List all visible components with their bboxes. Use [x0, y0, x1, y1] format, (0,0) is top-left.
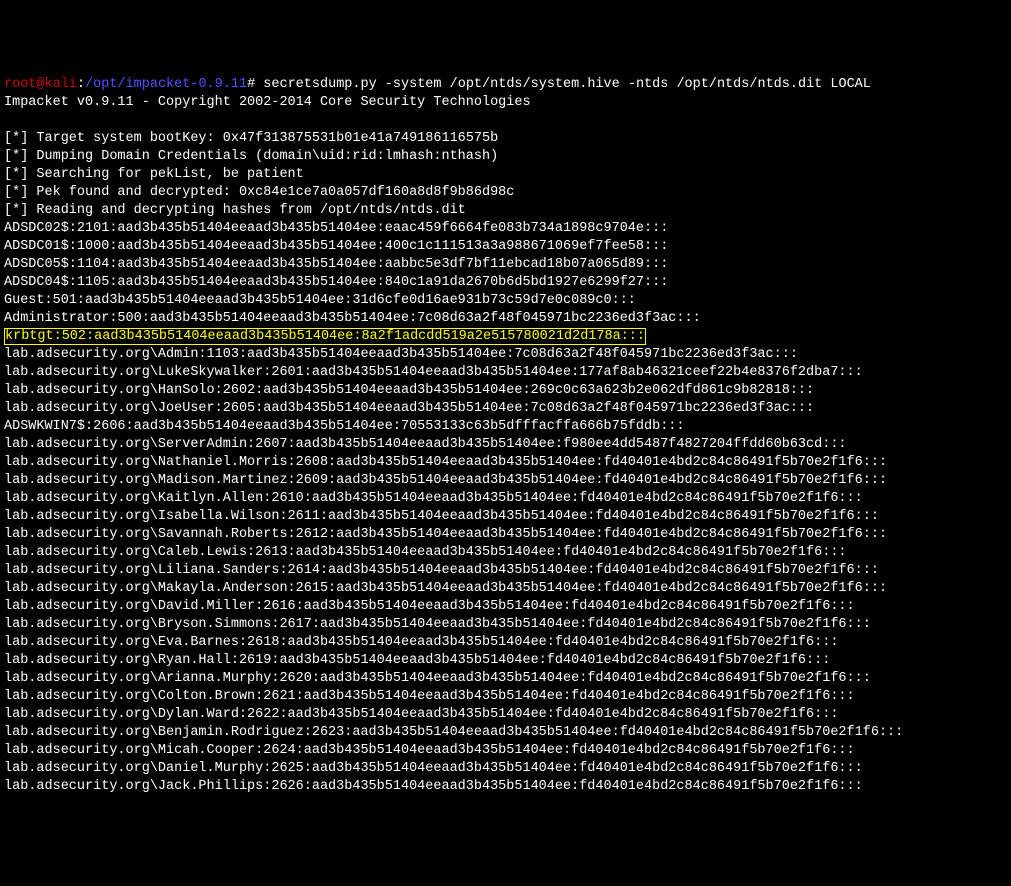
hash-line: lab.adsecurity.org\Micah.Cooper:2624:aad… [4, 743, 855, 758]
prompt-user: root@kali [4, 77, 77, 92]
hash-line: Guest:501:aad3b435b51404eeaad3b435b51404… [4, 293, 636, 308]
hash-line: lab.adsecurity.org\Colton.Brown:2621:aad… [4, 689, 855, 704]
hash-line: lab.adsecurity.org\Eva.Barnes:2618:aad3b… [4, 635, 838, 650]
status-line: [*] Reading and decrypting hashes from /… [4, 203, 466, 218]
status-line: [*] Pek found and decrypted: 0xc84e1ce7a… [4, 185, 514, 200]
status-line: [*] Dumping Domain Credentials (domain\u… [4, 149, 498, 164]
hash-line: lab.adsecurity.org\Caleb.Lewis:2613:aad3… [4, 545, 847, 560]
hash-line: lab.adsecurity.org\Dylan.Ward:2622:aad3b… [4, 707, 838, 722]
hash-line: lab.adsecurity.org\Daniel.Murphy:2625:aa… [4, 761, 863, 776]
hash-line: lab.adsecurity.org\Liliana.Sanders:2614:… [4, 563, 879, 578]
status-line: [*] Target system bootKey: 0x47f31387553… [4, 131, 498, 146]
hash-line: ADSDC02$:2101:aad3b435b51404eeaad3b435b5… [4, 221, 668, 236]
hash-line: ADSDC05$:1104:aad3b435b51404eeaad3b435b5… [4, 257, 668, 272]
hash-line: lab.adsecurity.org\JoeUser:2605:aad3b435… [4, 401, 814, 416]
hash-line: lab.adsecurity.org\Bryson.Simmons:2617:a… [4, 617, 871, 632]
prompt-path: /opt/impacket-0.9.11 [85, 77, 247, 92]
hash-line: lab.adsecurity.org\Isabella.Wilson:2611:… [4, 509, 879, 524]
hash-line: lab.adsecurity.org\Jack.Phillips:2626:aa… [4, 779, 863, 794]
terminal[interactable]: root@kali:/opt/impacket-0.9.11# secretsd… [4, 76, 1007, 796]
prompt-hash: # [247, 77, 255, 92]
hash-line: lab.adsecurity.org\Nathaniel.Morris:2608… [4, 455, 887, 470]
command-text: secretsdump.py -system /opt/ntds/system.… [263, 77, 871, 92]
highlighted-hash-line: krbtgt:502:aad3b435b51404eeaad3b435b5140… [4, 328, 646, 345]
hash-line: lab.adsecurity.org\Arianna.Murphy:2620:a… [4, 671, 871, 686]
hash-line: lab.adsecurity.org\HanSolo:2602:aad3b435… [4, 383, 814, 398]
hash-line: lab.adsecurity.org\Makayla.Anderson:2615… [4, 581, 887, 596]
status-line: [*] Searching for pekList, be patient [4, 167, 304, 182]
hash-line: lab.adsecurity.org\Kaitlyn.Allen:2610:aa… [4, 491, 863, 506]
hash-line: lab.adsecurity.org\Savannah.Roberts:2612… [4, 527, 887, 542]
hash-line: Administrator:500:aad3b435b51404eeaad3b4… [4, 311, 701, 326]
hash-line: lab.adsecurity.org\Madison.Martinez:2609… [4, 473, 887, 488]
hash-line: lab.adsecurity.org\Admin:1103:aad3b435b5… [4, 347, 798, 362]
hash-line: lab.adsecurity.org\Benjamin.Rodriguez:26… [4, 725, 903, 740]
hash-line: lab.adsecurity.org\ServerAdmin:2607:aad3… [4, 437, 847, 452]
hash-line: lab.adsecurity.org\LukeSkywalker:2601:aa… [4, 365, 863, 380]
banner-line: Impacket v0.9.11 - Copyright 2002-2014 C… [4, 95, 531, 110]
hash-line: lab.adsecurity.org\Ryan.Hall:2619:aad3b4… [4, 653, 830, 668]
hash-line: lab.adsecurity.org\David.Miller:2616:aad… [4, 599, 855, 614]
prompt-colon: : [77, 77, 85, 92]
hash-line: ADSDC01$:1000:aad3b435b51404eeaad3b435b5… [4, 239, 668, 254]
hash-line: ADSDC04$:1105:aad3b435b51404eeaad3b435b5… [4, 275, 668, 290]
hash-line: ADSWKWIN7$:2606:aad3b435b51404eeaad3b435… [4, 419, 685, 434]
prompt-line: root@kali:/opt/impacket-0.9.11# secretsd… [4, 77, 871, 92]
